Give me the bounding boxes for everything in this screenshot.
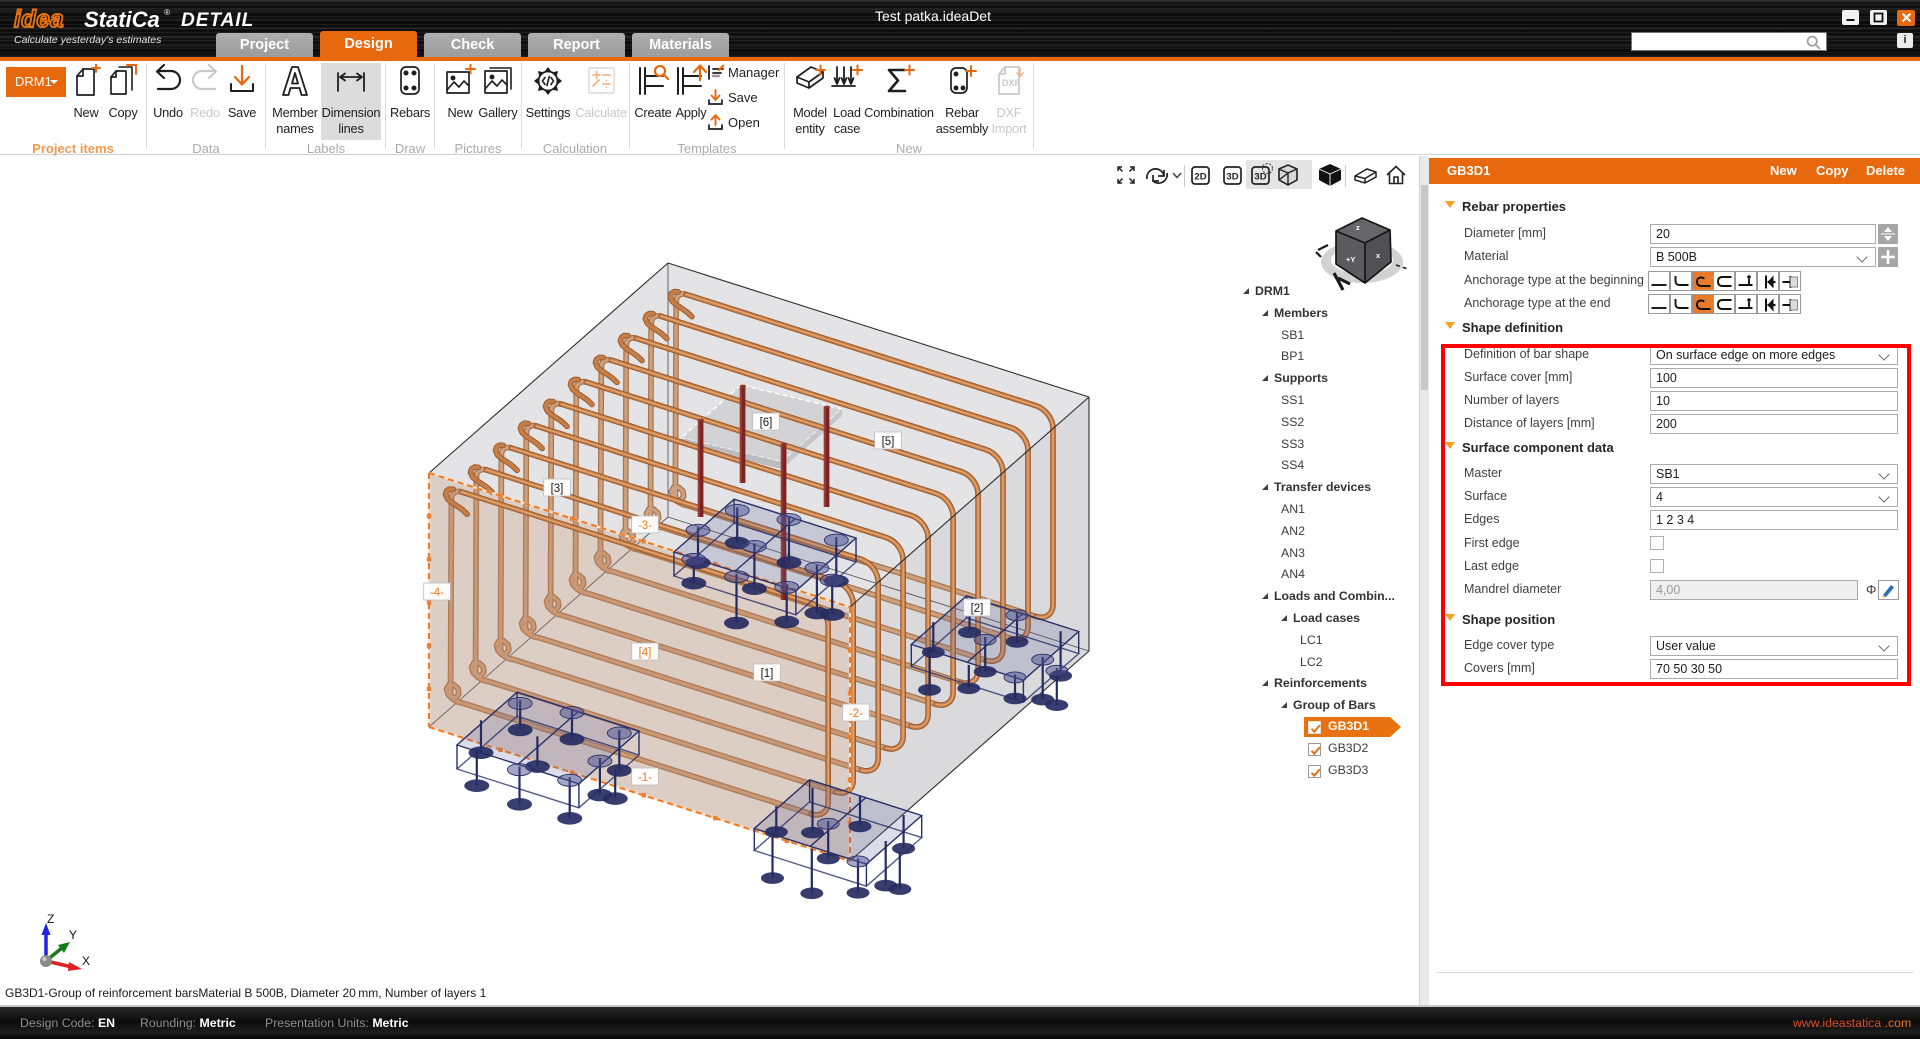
svg-text:[5]: [5] [882,436,895,448]
svg-text:DXF: DXF [1002,78,1021,88]
svg-text:-4-: -4- [430,587,444,599]
svg-text:[6]: [6] [760,417,773,429]
svg-text:2D: 2D [1194,171,1206,182]
svg-text:Z: Z [47,912,54,926]
svg-text:[3]: [3] [551,483,564,495]
svg-text:[4]: [4] [639,647,652,659]
svg-text:X: X [82,954,90,968]
svg-text:3D: 3D [1226,171,1238,182]
svg-text:-2-: -2- [849,708,863,720]
svg-text:+Y: +Y [1346,255,1355,264]
svg-text:Calculate yesterday's estimate: Calculate yesterday's estimates [14,34,162,46]
svg-text:z: z [1356,223,1360,232]
svg-text:Y: Y [69,928,77,942]
svg-text:DETAIL: DETAIL [181,10,254,31]
svg-text:-3-: -3- [638,520,652,532]
svg-text:®: ® [164,8,170,17]
svg-text:-1-: -1- [638,772,652,784]
svg-text:StatiCa: StatiCa [84,7,160,32]
svg-text:idea: idea [14,6,64,33]
svg-text:[1]: [1] [761,668,774,680]
svg-text:[2]: [2] [971,603,984,615]
